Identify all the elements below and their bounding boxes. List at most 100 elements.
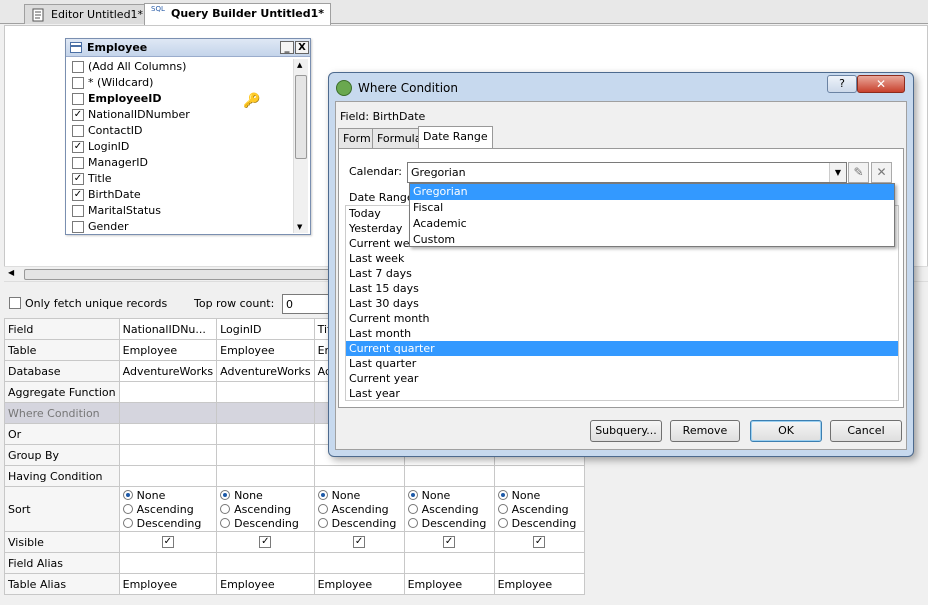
column-item[interactable]: Gender <box>68 219 294 233</box>
grid-cell[interactable] <box>118 552 218 574</box>
column-checkbox[interactable]: ✓ <box>72 189 84 201</box>
sort-radio[interactable]: Descending <box>317 516 401 530</box>
date-range-item[interactable]: Last year <box>346 386 898 400</box>
grid-cell[interactable]: None Ascending Descending <box>493 486 585 532</box>
grid-cell[interactable] <box>313 552 405 574</box>
radio-button[interactable] <box>407 504 418 514</box>
sort-radio[interactable]: Ascending <box>317 502 401 516</box>
grid-cell[interactable] <box>493 552 585 574</box>
sort-radio[interactable]: Descending <box>407 516 491 530</box>
radio-button[interactable] <box>220 518 231 528</box>
employee-table-widget[interactable]: Employee _ X (Add All Columns) * (Wildcar… <box>65 38 311 235</box>
sort-radio[interactable]: Descending <box>122 516 213 530</box>
grid-cell[interactable] <box>216 381 315 403</box>
grid-cell[interactable]: ✓ <box>118 531 218 553</box>
date-range-item[interactable]: Last quarter <box>346 356 898 371</box>
grid-cell[interactable]: NationalIDNu... <box>118 318 218 340</box>
column-checkbox[interactable] <box>72 205 84 217</box>
edit-calendar-button[interactable]: ✎ <box>848 162 869 183</box>
grid-cell[interactable]: AdventureWorks <box>216 360 315 382</box>
date-range-item[interactable]: Current year <box>346 371 898 386</box>
grid-cell[interactable] <box>118 465 218 487</box>
grid-cell[interactable] <box>118 423 218 445</box>
grid-cell[interactable]: Employee <box>216 573 315 595</box>
column-checkbox[interactable] <box>72 61 84 73</box>
column-checkbox[interactable]: ✓ <box>72 173 84 185</box>
grid-cell[interactable]: Employee <box>403 573 495 595</box>
date-range-item[interactable]: Last 15 days <box>346 281 898 296</box>
grid-cell[interactable]: None Ascending Descending <box>216 486 315 532</box>
tab-editor[interactable]: Editor Untitled1* <box>24 4 151 24</box>
grid-cell[interactable] <box>216 444 315 466</box>
scroll-left-icon[interactable]: ◀ <box>8 268 14 277</box>
top-row-count-input[interactable]: 0 <box>282 294 332 314</box>
date-range-item[interactable]: Current quarter <box>346 341 898 356</box>
sort-radio[interactable]: Descending <box>220 516 310 530</box>
grid-cell[interactable] <box>216 402 315 424</box>
grid-cell[interactable]: ✓ <box>216 531 315 553</box>
radio-button[interactable] <box>122 504 133 514</box>
grid-cell[interactable]: None Ascending Descending <box>313 486 405 532</box>
radio-button[interactable] <box>497 518 508 528</box>
grid-cell[interactable] <box>403 465 495 487</box>
visible-checkbox[interactable]: ✓ <box>443 536 456 548</box>
column-checkbox[interactable] <box>72 157 84 169</box>
calendar-option[interactable]: Academic <box>410 216 894 232</box>
sort-radio[interactable]: None <box>497 488 581 502</box>
column-checkbox[interactable]: ✓ <box>72 141 84 153</box>
radio-button[interactable] <box>317 518 328 528</box>
column-item[interactable]: ✓ Title <box>68 171 294 187</box>
visible-checkbox[interactable]: ✓ <box>533 536 546 548</box>
date-range-item[interactable]: Last week <box>346 251 898 266</box>
grid-cell[interactable] <box>216 552 315 574</box>
radio-button[interactable] <box>317 504 328 514</box>
cancel-button[interactable]: Cancel <box>830 420 902 442</box>
column-item[interactable]: MaritalStatus <box>68 203 294 219</box>
column-checkbox[interactable] <box>72 93 84 105</box>
grid-cell[interactable]: None Ascending Descending <box>403 486 495 532</box>
calendar-option[interactable]: Fiscal <box>410 200 894 216</box>
column-checkbox[interactable]: ✓ <box>72 109 84 121</box>
calendar-option[interactable]: Gregorian <box>410 184 894 200</box>
grid-cell[interactable]: Employee <box>118 573 218 595</box>
unique-records-checkbox[interactable] <box>9 297 21 309</box>
calendar-option[interactable]: Custom <box>410 232 894 248</box>
visible-checkbox[interactable]: ✓ <box>259 536 272 548</box>
grid-cell[interactable] <box>493 465 585 487</box>
clear-calendar-button[interactable]: ✕ <box>871 162 892 183</box>
column-item[interactable]: ✓ NationalIDNumber <box>68 107 294 123</box>
sort-radio[interactable]: Descending <box>497 516 581 530</box>
sort-radio[interactable]: Ascending <box>220 502 310 516</box>
column-checkbox[interactable] <box>72 221 84 233</box>
date-range-item[interactable]: Current month <box>346 311 898 326</box>
ok-button[interactable]: OK <box>750 420 822 442</box>
tab-query-builder[interactable]: SQL Query Builder Untitled1* <box>144 3 331 25</box>
column-list-scrollbar[interactable]: ▲ ▼ <box>293 59 308 233</box>
radio-button[interactable] <box>220 490 231 500</box>
radio-button[interactable] <box>317 490 328 500</box>
grid-cell[interactable] <box>118 381 218 403</box>
date-range-item[interactable]: Last 7 days <box>346 266 898 281</box>
radio-button[interactable] <box>497 490 508 500</box>
calendar-combobox[interactable]: Gregorian ▼ <box>407 162 847 183</box>
grid-cell[interactable]: AdventureWorks <box>118 360 218 382</box>
grid-cell[interactable] <box>216 423 315 445</box>
minimize-button[interactable]: _ <box>280 41 294 54</box>
hscrollbar-thumb[interactable] <box>24 269 334 280</box>
date-range-item[interactable]: Last month <box>346 326 898 341</box>
sort-radio[interactable]: Ascending <box>497 502 581 516</box>
sort-radio[interactable]: None <box>122 488 213 502</box>
grid-cell[interactable]: None Ascending Descending <box>118 486 218 532</box>
subquery-button[interactable]: Subquery... <box>590 420 662 442</box>
column-item[interactable]: ✓ BirthDate <box>68 187 294 203</box>
radio-button[interactable] <box>220 504 231 514</box>
grid-cell[interactable]: Employee <box>216 339 315 361</box>
employee-table-header[interactable]: Employee _ X <box>66 39 310 57</box>
column-checkbox[interactable] <box>72 125 84 137</box>
tab-form[interactable]: Form <box>338 128 376 148</box>
remove-button[interactable]: Remove <box>670 420 740 442</box>
column-item[interactable]: ✓ LoginID <box>68 139 294 155</box>
radio-button[interactable] <box>497 504 508 514</box>
grid-cell[interactable] <box>403 552 495 574</box>
visible-checkbox[interactable]: ✓ <box>161 536 174 548</box>
